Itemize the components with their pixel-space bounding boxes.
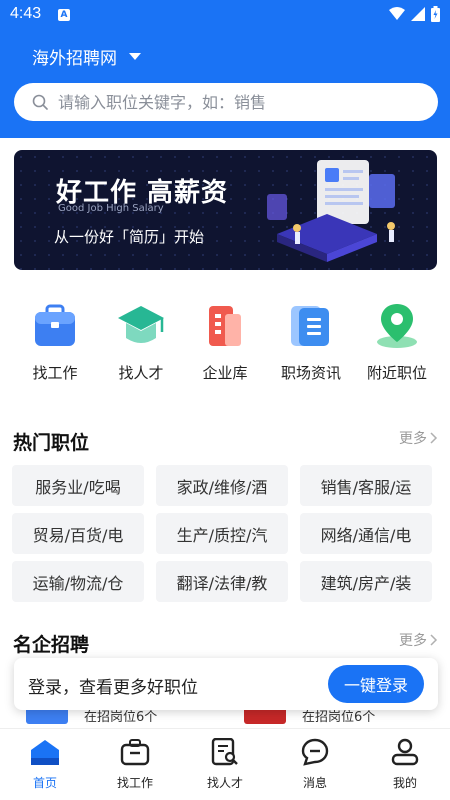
quick-link-label: 找人才: [118, 364, 164, 382]
search-bar[interactable]: [14, 83, 438, 121]
tab-label: 消息: [302, 776, 327, 790]
signal-icon: [411, 7, 425, 21]
chevron-right-icon: [430, 634, 438, 646]
job-category-tag[interactable]: 家政/维修/酒: [156, 465, 288, 506]
job-category-tag[interactable]: 网络/通信/电: [300, 513, 432, 554]
system-icons: [389, 6, 440, 22]
quick-link-label: 附近职位: [366, 364, 427, 382]
job-category-tag[interactable]: 建筑/房产/装: [300, 561, 432, 602]
banner-illustration: [267, 160, 395, 262]
job-category-tag[interactable]: 服务业/吃喝: [12, 465, 144, 506]
tab-profile[interactable]: 我的: [360, 729, 450, 800]
banner-subline: Good Job High Salary: [58, 203, 164, 214]
status-bar: 4:43 A: [0, 0, 450, 30]
one-click-login-button[interactable]: 一键登录: [328, 665, 424, 703]
site-switcher[interactable]: 海外招聘网: [32, 44, 141, 69]
resume-search-icon: [211, 737, 238, 766]
hot-jobs-title: 热门职位: [13, 432, 90, 454]
login-prompt: 登录，查看更多好职位 一键登录: [14, 658, 438, 710]
briefcase-icon: [120, 739, 150, 766]
login-prompt-text: 登录，查看更多好职位: [28, 678, 198, 698]
tab-label: 首页: [32, 776, 57, 790]
hot-job-tags: 服务业/吃喝 家政/维修/酒 销售/客服/运 贸易/百货/电 生产/质控/汽 网…: [12, 465, 436, 602]
tab-find-job[interactable]: 找工作: [90, 729, 180, 800]
tab-find-talent[interactable]: 找人才: [180, 729, 270, 800]
notification-icon: A: [58, 9, 70, 21]
person-icon: [391, 738, 419, 766]
graduation-cap-icon: [118, 306, 164, 343]
more-label: 更多: [399, 431, 427, 447]
quick-link-label: 找工作: [32, 364, 78, 382]
quick-link-career-news[interactable]: 职场资讯: [266, 300, 356, 383]
job-category-tag[interactable]: 贸易/百货/电: [12, 513, 144, 554]
app-header: 海外招聘网: [0, 30, 450, 138]
tab-label: 找工作: [116, 776, 153, 790]
news-icon: [291, 306, 329, 346]
chevron-right-icon: [430, 432, 438, 444]
quick-link-nearby-jobs[interactable]: 附近职位: [352, 300, 442, 383]
tab-label: 我的: [392, 776, 417, 790]
site-name: 海外招聘网: [32, 49, 117, 69]
message-icon: [301, 738, 329, 766]
banner-tagline: 从一份好「简历」开始: [54, 228, 205, 246]
search-icon: [32, 94, 48, 110]
wifi-icon: [389, 7, 405, 20]
tab-messages[interactable]: 消息: [270, 729, 360, 800]
home-icon: [31, 740, 59, 765]
quick-link-label: 职场资讯: [280, 364, 341, 382]
building-icon: [209, 306, 241, 346]
more-label: 更多: [399, 633, 427, 649]
companies-title: 名企招聘: [13, 634, 90, 656]
quick-link-find-job[interactable]: 找工作: [10, 300, 100, 383]
bottom-tab-bar: 首页 找工作 找人才 消息 我的: [0, 728, 450, 800]
quick-link-find-talent[interactable]: 找人才: [96, 300, 186, 383]
status-time: 4:43: [10, 5, 42, 22]
caret-down-icon: [129, 53, 141, 60]
quick-link-company-library[interactable]: 企业库: [180, 300, 270, 383]
companies-more-link[interactable]: 更多: [399, 630, 438, 650]
tab-label: 找人才: [206, 776, 243, 790]
job-category-tag[interactable]: 销售/客服/运: [300, 465, 432, 506]
hot-jobs-more-link[interactable]: 更多: [399, 428, 438, 448]
tab-home[interactable]: 首页: [0, 729, 90, 800]
location-pin-icon: [377, 304, 417, 348]
quick-links: 找工作 找人才 企业库 职场资讯 附近职位: [0, 300, 450, 390]
job-category-tag[interactable]: 生产/质控/汽: [156, 513, 288, 554]
quick-link-label: 企业库: [202, 364, 248, 382]
battery-icon: [431, 6, 440, 22]
briefcase-icon: [35, 304, 75, 346]
job-category-tag[interactable]: 翻译/法律/教: [156, 561, 288, 602]
job-category-tag[interactable]: 运输/物流/仓: [12, 561, 144, 602]
promo-banner[interactable]: 好工作 高薪资 Good Job High Salary 从一份好「简历」开始: [14, 150, 437, 270]
search-input[interactable]: [58, 92, 418, 112]
